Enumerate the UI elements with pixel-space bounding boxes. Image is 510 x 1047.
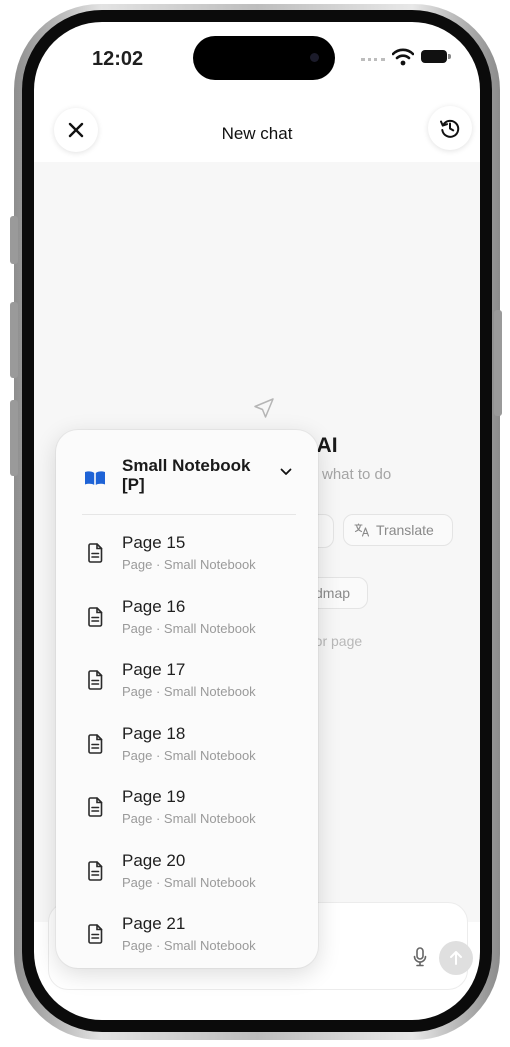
document-icon xyxy=(87,606,103,632)
document-icon xyxy=(87,733,103,759)
document-icon xyxy=(87,543,103,568)
document-icon xyxy=(87,860,103,886)
volume-down-button xyxy=(10,400,18,476)
chat-header: New chat xyxy=(34,94,480,162)
volume-up-button xyxy=(10,302,18,378)
action-button xyxy=(10,216,18,264)
page-item-subtitle: Page · Small Notebook xyxy=(122,620,256,636)
page-item-subtitle: Page · Small Notebook xyxy=(122,684,256,699)
page-title: New chat xyxy=(221,124,293,143)
page-list: Page 15 Page · Small Notebook Page 16 Page … xyxy=(56,525,318,968)
page-item-subtitle: Page · Small Notebook xyxy=(122,557,256,572)
notebook-page-picker: Small Notebook [P] Page 15 Page · Small N… xyxy=(56,430,318,968)
battery-icon xyxy=(421,50,447,63)
microphone-icon[interactable] xyxy=(413,947,427,967)
translate-chip[interactable]: Translate xyxy=(343,514,453,546)
send-button[interactable] xyxy=(439,941,473,975)
battery-cap xyxy=(448,54,451,59)
page-item-subtitle: Page · Small Notebook xyxy=(122,874,256,890)
page-item-title: Page 16 xyxy=(122,596,186,616)
translate-icon xyxy=(354,523,370,537)
page-item-title: Page 21 xyxy=(122,914,186,933)
divider xyxy=(82,514,296,515)
translate-chip-label: Translate xyxy=(376,522,434,538)
page-list-item[interactable]: Page 16 Page · Small Notebook xyxy=(56,589,318,653)
page-list-item[interactable]: Page 17 Page · Small Notebook xyxy=(56,652,318,716)
page-list-item[interactable]: Page 21 Page · Small Notebook xyxy=(56,906,318,968)
page-item-title: Page 15 xyxy=(122,533,186,552)
status-bar: 12:02 xyxy=(34,22,480,94)
dynamic-island xyxy=(193,36,335,80)
page-item-subtitle: Page · Small Notebook xyxy=(122,747,256,763)
page-item-subtitle: Page · Small Notebook xyxy=(122,938,256,953)
page-item-title: Page 18 xyxy=(122,723,186,743)
status-time: 12:02 xyxy=(92,48,144,70)
notebook-name: Small Notebook [P] xyxy=(122,456,251,494)
page-item-subtitle: Page · Small Notebook xyxy=(122,811,256,826)
send-arrow-icon xyxy=(450,951,462,965)
document-icon xyxy=(87,924,103,949)
page-item-title: Page 20 xyxy=(122,850,186,870)
page-item-title: Page 19 xyxy=(122,787,186,806)
wifi-icon xyxy=(392,48,414,66)
app-screen: 12:02 New chat ote AI xyxy=(34,22,480,1020)
book-icon xyxy=(85,471,105,485)
history-button[interactable] xyxy=(428,106,472,150)
page-list-item[interactable]: Page 20 Page · Small Notebook xyxy=(56,843,318,907)
page-list-item[interactable]: Page 15 Page · Small Notebook xyxy=(56,525,318,589)
page-list-item[interactable]: Page 18 Page · Small Notebook xyxy=(56,716,318,780)
mindmap-chip-label: dmap xyxy=(315,585,351,601)
chevron-down-icon xyxy=(280,468,292,475)
navigation-arrow-icon xyxy=(254,398,274,418)
power-button xyxy=(494,310,502,416)
history-icon xyxy=(440,119,460,138)
assistant-subtitle: what to do xyxy=(322,466,392,483)
signal-icon xyxy=(361,58,385,65)
notebook-selector[interactable]: Small Notebook [P] xyxy=(56,430,318,516)
document-icon xyxy=(87,797,103,822)
page-list-item[interactable]: Page 19 Page · Small Notebook xyxy=(56,779,318,843)
document-icon xyxy=(87,670,103,695)
page-item-title: Page 17 xyxy=(122,660,186,679)
